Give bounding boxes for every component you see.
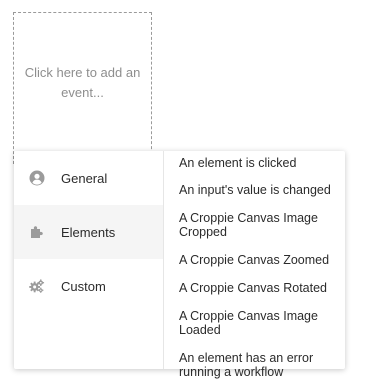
user-circle-icon: [29, 170, 45, 186]
gears-icon: [29, 278, 45, 294]
category-label: General: [61, 170, 108, 186]
event-type-menu: General Elements Custom An element is cl…: [14, 151, 345, 379]
add-event-placeholder[interactable]: Click here to add an event...: [13, 12, 152, 164]
puzzle-piece-icon: [29, 224, 45, 240]
event-option[interactable]: A Croppie Canvas Zoomed: [179, 252, 339, 268]
event-option[interactable]: A Croppie Canvas Image Loaded: [179, 308, 339, 338]
event-option[interactable]: An element has an error running a workfl…: [179, 350, 339, 380]
event-option[interactable]: A Croppie Canvas Rotated: [179, 280, 339, 296]
category-general[interactable]: General: [14, 151, 163, 205]
event-list: An element is clicked An input's value i…: [164, 151, 345, 379]
add-event-text: Click here to add an event...: [24, 65, 141, 100]
category-label: Elements: [61, 224, 116, 240]
event-option[interactable]: An element is clicked: [179, 155, 339, 171]
event-option[interactable]: A Croppie Canvas Image Cropped: [179, 210, 339, 240]
category-list: General Elements Custom: [14, 151, 164, 369]
category-label: Custom: [61, 278, 106, 294]
category-custom[interactable]: Custom: [14, 259, 163, 313]
event-option[interactable]: An input's value is changed: [179, 182, 339, 198]
category-elements[interactable]: Elements: [14, 205, 163, 259]
